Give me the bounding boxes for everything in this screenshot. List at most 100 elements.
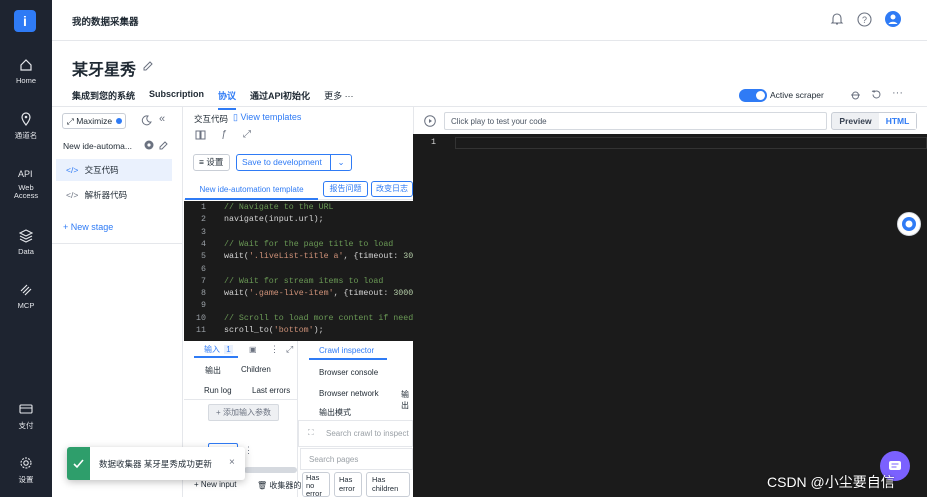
code-line-number: 7 bbox=[201, 276, 206, 286]
output-editor[interactable]: 1 bbox=[413, 134, 927, 497]
tab-run-log[interactable]: Run log bbox=[204, 386, 232, 395]
header-title: 我的数据采集器 bbox=[72, 17, 139, 28]
nav-billing[interactable]: 支付 bbox=[0, 402, 52, 431]
crawl-search-placeholder: Search crawl to inspect bbox=[326, 429, 409, 438]
new-input-button[interactable]: + New input bbox=[194, 480, 236, 489]
stage-interaction-code[interactable]: </> 交互代码 bbox=[56, 159, 172, 181]
document-icon: ▯ bbox=[233, 112, 238, 122]
stage-label: 解析器代码 bbox=[84, 190, 128, 200]
collector-output-button[interactable]: 🗑 收集器的 bbox=[257, 480, 301, 491]
page-title: 某牙星秀 bbox=[72, 62, 137, 79]
bottom-left-divider bbox=[184, 399, 297, 400]
settings-button[interactable]: ≡ 设置 bbox=[193, 154, 230, 171]
nav-billing-label: 支付 bbox=[18, 421, 34, 430]
kebab-icon[interactable]: ⋮ bbox=[270, 344, 279, 355]
add-input-param-button[interactable]: + 添加输入参数 bbox=[208, 404, 279, 421]
stage-parser-code[interactable]: </> 解析器代码 bbox=[56, 184, 172, 206]
filter-has-no-error[interactable]: Has no error bbox=[302, 472, 330, 497]
stage-divider bbox=[52, 243, 182, 244]
tab-output-extra[interactable]: 输出 bbox=[401, 389, 413, 411]
scan-icon: ⛶ bbox=[308, 428, 314, 437]
collapse-icon[interactable]: « bbox=[159, 113, 165, 125]
play-icon[interactable] bbox=[424, 115, 436, 127]
tab-last-errors[interactable]: Last errors bbox=[252, 386, 290, 395]
code-line-number: 8 bbox=[201, 289, 206, 299]
nav-home[interactable]: Home bbox=[0, 58, 52, 85]
bug-icon[interactable] bbox=[850, 89, 861, 100]
tab-crawl-inspector[interactable]: Crawl inspector bbox=[309, 346, 387, 360]
expand-icon[interactable]: ⤢ bbox=[286, 344, 293, 355]
nav-mcp[interactable]: MCP bbox=[0, 283, 52, 310]
input-tab-label: 输入 bbox=[204, 345, 220, 354]
test-code-input[interactable]: Click play to test your code bbox=[444, 112, 827, 130]
function-icon[interactable]: ƒ bbox=[221, 129, 227, 140]
list-icon: ≡ bbox=[199, 157, 204, 167]
code-line: wait('.game-live-item', {timeout: 3000 bbox=[224, 289, 413, 299]
nav-home-label: Home bbox=[15, 76, 36, 85]
header-divider bbox=[52, 40, 927, 41]
code-editor[interactable]: 1 // Navigate to the URL 2 navigate(input.u… bbox=[184, 201, 413, 341]
chevron-down-icon[interactable]: ⌄ bbox=[330, 155, 351, 170]
expand-icon: ⤢ bbox=[67, 116, 74, 126]
bell-icon[interactable] bbox=[830, 12, 844, 26]
tab-input[interactable]: 输入 1 bbox=[194, 344, 238, 358]
moon-icon[interactable] bbox=[141, 115, 152, 126]
tabs-divider bbox=[52, 106, 927, 107]
tab-template[interactable]: New ide-automation template bbox=[185, 181, 318, 200]
tab-output[interactable]: 输出 bbox=[205, 365, 221, 376]
svg-text:?: ? bbox=[862, 15, 867, 25]
book-icon[interactable] bbox=[195, 130, 206, 140]
code-line-number: 9 bbox=[201, 301, 206, 311]
active-scraper-toggle[interactable] bbox=[739, 89, 767, 102]
tab-browser-network[interactable]: Browser network bbox=[319, 389, 379, 398]
nav-channel[interactable]: 通道名 bbox=[0, 112, 52, 141]
bottom-split-divider bbox=[297, 341, 298, 497]
horizontal-scrollbar[interactable] bbox=[244, 467, 297, 473]
preview-button[interactable]: Preview bbox=[832, 113, 879, 129]
current-line-highlight bbox=[455, 137, 927, 149]
view-templates-link[interactable]: ▯ View templates bbox=[233, 112, 301, 123]
watermark: CSDN @小尘要自信 bbox=[767, 474, 895, 490]
scraper-name: New ide-automa... bbox=[63, 141, 132, 151]
row-kebab-icon[interactable]: ⋮ bbox=[244, 445, 253, 456]
trash-icon: 🗑 bbox=[257, 481, 268, 490]
nav-settings[interactable]: 设置 bbox=[0, 456, 52, 485]
tab-children[interactable]: Children bbox=[241, 365, 271, 374]
code-line-number: 6 bbox=[201, 264, 206, 274]
tab-output-mode[interactable]: 输出模式 bbox=[319, 407, 351, 418]
more-options-icon[interactable]: ··· bbox=[892, 87, 903, 99]
new-stage-button[interactable]: + New stage bbox=[63, 222, 113, 232]
user-avatar-icon[interactable] bbox=[885, 11, 901, 27]
help-icon[interactable]: ? bbox=[857, 12, 872, 27]
edit-icon[interactable] bbox=[143, 60, 154, 71]
api-icon: API bbox=[0, 166, 52, 180]
nav-web-access[interactable]: API Web Access bbox=[0, 166, 52, 200]
crawl-search-input[interactable]: ⛶ Search crawl to inspect bbox=[298, 420, 413, 447]
changelog-button[interactable]: 改变日志 bbox=[371, 181, 413, 197]
code-line: // Navigate to the URL bbox=[224, 203, 334, 212]
assistant-icon[interactable] bbox=[897, 212, 921, 236]
maximize-button[interactable]: ⤢ Maximize bbox=[62, 113, 126, 129]
search-pages-input[interactable]: Search pages bbox=[300, 448, 413, 470]
history-icon[interactable] bbox=[871, 89, 882, 100]
nav-settings-label: 设置 bbox=[18, 475, 34, 484]
edit-small-icon[interactable] bbox=[159, 140, 169, 150]
filter-has-error[interactable]: Has error bbox=[334, 472, 362, 497]
code-line-number: 1 bbox=[201, 203, 206, 212]
html-button[interactable]: HTML bbox=[879, 113, 916, 129]
active-scraper-label: Active scraper bbox=[770, 90, 824, 100]
image-icon[interactable]: ▣ bbox=[249, 345, 257, 354]
tab-browser-console[interactable]: Browser console bbox=[319, 368, 378, 377]
app-logo[interactable]: i bbox=[14, 10, 36, 32]
maximize-label: Maximize bbox=[76, 116, 113, 126]
report-issue-button[interactable]: 报告问题 bbox=[323, 181, 368, 197]
code-line-number: 10 bbox=[196, 313, 206, 323]
nav-data[interactable]: Data bbox=[0, 229, 52, 256]
nav-data-label: Data bbox=[18, 247, 34, 256]
toast-close-icon[interactable]: × bbox=[229, 457, 235, 468]
save-to-development-button[interactable]: Save to development ⌄ bbox=[236, 154, 352, 171]
gear-icon bbox=[0, 456, 52, 470]
settings-gear-icon[interactable] bbox=[144, 140, 154, 150]
expand-arrows-icon[interactable]: ⤢ bbox=[243, 129, 251, 140]
filter-has-children[interactable]: Has children bbox=[366, 472, 410, 497]
